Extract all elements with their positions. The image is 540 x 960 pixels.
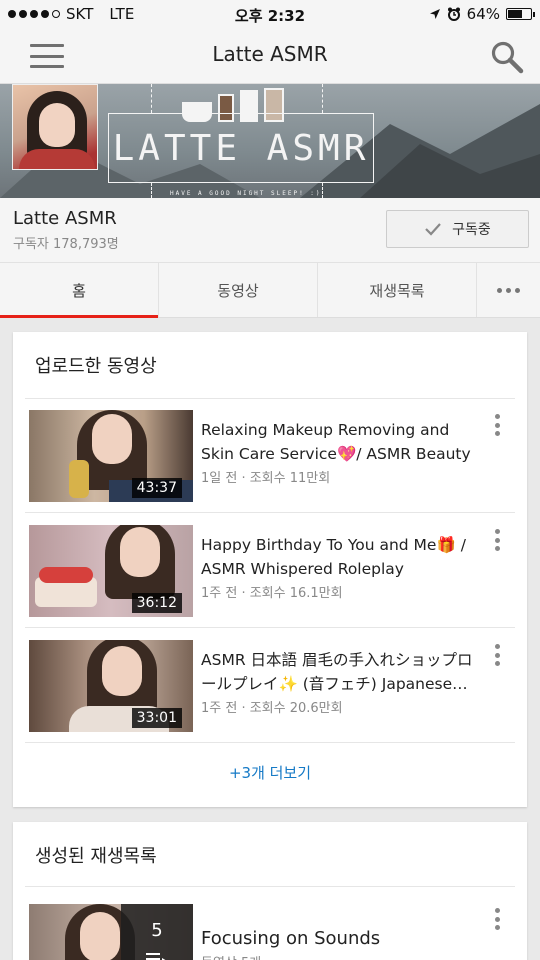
more-vertical-icon[interactable] (491, 644, 503, 666)
section-title: 업로드한 동영상 (35, 356, 157, 377)
app-bar-title: Latte ASMR (212, 42, 328, 66)
video-item[interactable]: 43:37 Relaxing Makeup Removing and Skin … (29, 410, 511, 502)
tab-label: 동영상 (217, 281, 259, 300)
tab-playlists[interactable]: 재생목록 (318, 263, 477, 317)
more-vertical-icon[interactable] (491, 529, 503, 551)
video-thumbnail[interactable]: 43:37 (29, 410, 193, 502)
playlist-meta: 동영상 5개 (201, 952, 261, 960)
location-arrow-icon (429, 9, 440, 19)
tab-label: 재생목록 (369, 281, 425, 300)
channel-logo: LATTE ASMR (108, 113, 374, 183)
video-duration: 43:37 (131, 478, 182, 498)
battery-percent: 64% (466, 5, 500, 23)
banner-tagline: HAVE A GOOD NIGHT SLEEP! :) (170, 190, 322, 197)
battery-icon (506, 8, 535, 20)
channel-info: Latte ASMR 구독자 178,793명 구독중 (0, 198, 540, 262)
channel-logo-text: LATTE ASMR (112, 128, 370, 169)
video-meta: 1주 전 · 조회수 16.1만회 (201, 586, 343, 601)
checkmark-icon (425, 223, 441, 236)
subscribe-label: 구독중 (452, 222, 491, 238)
playlist-thumbnail[interactable]: 5 (29, 904, 193, 960)
more-vertical-icon[interactable] (491, 414, 503, 436)
video-title[interactable]: Happy Birthday To You and Me🎁 / ASMR Whi… (201, 533, 486, 581)
show-more-link[interactable]: +3개 더보기 (13, 762, 527, 783)
video-thumbnail[interactable]: 33:01 (29, 640, 193, 732)
more-vertical-icon[interactable] (491, 908, 503, 930)
playlist-count-overlay: 5 (121, 904, 193, 960)
playlist-icon (146, 953, 166, 960)
uploads-section: 업로드한 동영상 43:37 Relaxing Makeup Removing … (13, 332, 527, 807)
video-item[interactable]: 33:01 ASMR 日本語 眉毛の手入れショップロールプレイ✨ (音フェチ) … (29, 640, 511, 732)
video-duration: 33:01 (131, 708, 182, 728)
section-title: 생성된 재생목록 (35, 846, 157, 867)
status-bar: SKT LTE 오후 2:32 64% (0, 0, 540, 28)
channel-tabs: 홈 동영상 재생목록 (0, 262, 540, 318)
tab-videos[interactable]: 동영상 (159, 263, 318, 317)
video-title[interactable]: Relaxing Makeup Removing and Skin Care S… (201, 418, 486, 466)
channel-name: Latte ASMR (13, 208, 117, 229)
video-item[interactable]: 36:12 Happy Birthday To You and Me🎁 / AS… (29, 525, 511, 617)
video-meta: 1주 전 · 조회수 20.6만회 (201, 701, 343, 716)
video-thumbnail[interactable]: 36:12 (29, 525, 193, 617)
more-horizontal-icon (497, 287, 520, 293)
tab-more[interactable] (477, 263, 540, 317)
video-meta: 1일 전 · 조회수 11만회 (201, 471, 331, 486)
video-duration: 36:12 (131, 593, 182, 613)
playlist-item[interactable]: 5 Focusing on Sounds 동영상 5개 (29, 904, 511, 960)
channel-banner: LATTE ASMR HAVE A GOOD NIGHT SLEEP! :) (0, 84, 540, 198)
playlist-title[interactable]: Focusing on Sounds (201, 927, 486, 951)
playlists-section: 생성된 재생목록 5 Focusing on Sounds 동영상 5개 (13, 822, 527, 960)
subscriber-count: 구독자 178,793명 (13, 237, 119, 252)
subscribe-button[interactable]: 구독중 (386, 210, 529, 248)
playlist-video-count: 5 (151, 920, 163, 941)
hamburger-menu-icon[interactable] (30, 44, 64, 68)
status-right: 64% (429, 5, 535, 23)
search-icon[interactable] (490, 40, 524, 74)
app-bar: Latte ASMR (0, 28, 540, 84)
alarm-clock-icon (447, 7, 460, 21)
tab-label: 홈 (72, 281, 86, 300)
channel-avatar[interactable] (12, 84, 98, 170)
video-title[interactable]: ASMR 日本語 眉毛の手入れショップロールプレイ✨ (音フェチ) Japane… (201, 648, 486, 696)
tab-home[interactable]: 홈 (0, 263, 159, 318)
